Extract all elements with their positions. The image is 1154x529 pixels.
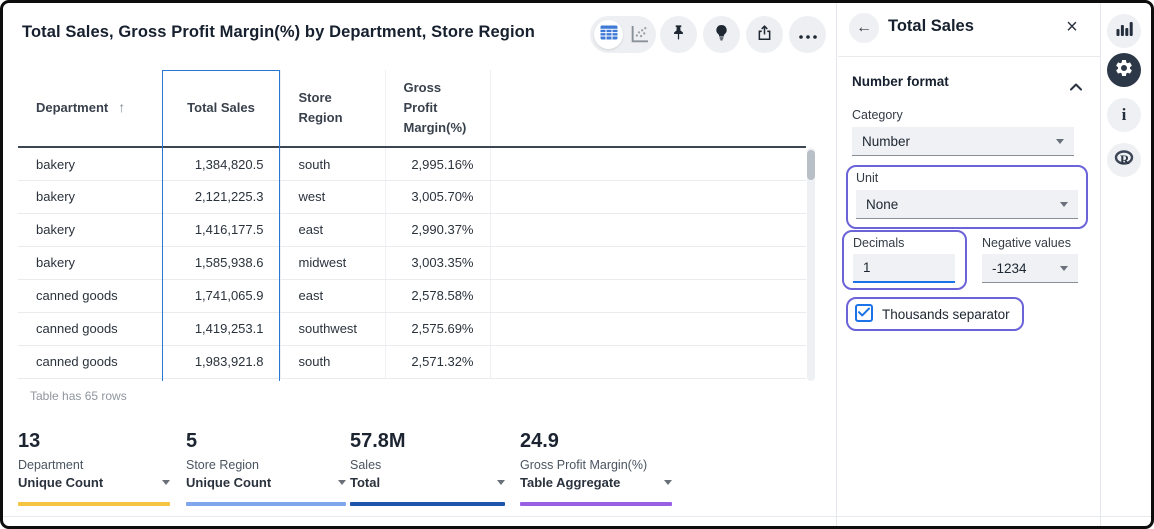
panel-title: Total Sales	[888, 17, 974, 36]
chevron-down-icon	[1060, 202, 1068, 207]
share-icon	[755, 23, 774, 47]
table-scrollbar-thumb[interactable]	[807, 150, 815, 180]
column-header-department[interactable]: Department↑	[18, 70, 162, 147]
card-accent-bar	[350, 502, 505, 506]
column-header-total-sales[interactable]: Total Sales	[162, 70, 280, 147]
svg-text:R: R	[1120, 152, 1130, 167]
panel-divider	[836, 3, 837, 526]
info-icon: i	[1122, 105, 1127, 125]
table-row[interactable]: bakery1,384,820.5 south2,995.16%	[18, 147, 806, 180]
table-row[interactable]: canned goods1,419,253.1 southwest2,575.6…	[18, 312, 806, 345]
close-icon: ×	[1066, 16, 1078, 39]
arrow-left-icon: ←	[856, 19, 872, 37]
thousands-separator-label: Thousands separator	[882, 307, 1010, 322]
negative-values-select[interactable]: -1234	[982, 254, 1078, 283]
card-aggregation-select[interactable]: Table Aggregate	[520, 475, 672, 490]
unit-label: Unit	[856, 171, 878, 185]
card-aggregation-select[interactable]: Unique Count	[186, 475, 346, 490]
panel-header-divider	[838, 56, 1100, 57]
chart-view-button[interactable]	[630, 25, 649, 44]
number-format-section-label: Number format	[852, 74, 949, 89]
summary-card-store-region: 5 Store Region Unique Count	[186, 430, 346, 506]
page-title: Total Sales, Gross Profit Margin(%) by D…	[22, 23, 535, 42]
unit-select[interactable]: None	[856, 190, 1078, 219]
table-view-button[interactable]	[594, 20, 623, 49]
column-header-gross-profit-margin[interactable]: Gross Profit Margin(%)	[385, 70, 490, 147]
card-dimension: Store Region	[186, 458, 346, 472]
view-toggle[interactable]	[590, 16, 656, 53]
card-dimension: Department	[18, 458, 170, 472]
chevron-down-icon	[1060, 266, 1068, 271]
info-button[interactable]: i	[1107, 98, 1141, 132]
table-row[interactable]: bakery1,585,938.6 midwest3,003.35%	[18, 246, 806, 279]
card-value: 13	[18, 430, 170, 452]
card-accent-bar	[520, 502, 672, 506]
card-dimension: Gross Profit Margin(%)	[520, 458, 672, 472]
sort-asc-icon: ↑	[118, 99, 125, 115]
table-row-count: Table has 65 rows	[30, 389, 127, 403]
pin-button[interactable]	[660, 16, 697, 53]
chevron-down-icon	[162, 480, 170, 485]
decimals-label: Decimals	[853, 236, 904, 250]
insights-button[interactable]	[703, 16, 740, 53]
table-icon	[600, 25, 618, 45]
negative-values-label: Negative values	[982, 236, 1071, 250]
table-scrollbar[interactable]	[807, 148, 815, 381]
chevron-down-icon	[664, 480, 672, 485]
summary-card-department: 13 Department Unique Count	[18, 430, 170, 506]
chevron-down-icon	[338, 480, 346, 485]
summary-card-gross-profit-margin: 24.9 Gross Profit Margin(%) Table Aggreg…	[520, 430, 672, 506]
settings-button[interactable]	[1107, 53, 1141, 87]
card-value: 5	[186, 430, 346, 452]
app-window: Total Sales, Gross Profit Margin(%) by D…	[0, 0, 1154, 529]
card-value: 24.9	[520, 430, 672, 452]
lightbulb-icon	[712, 23, 731, 47]
card-aggregation-select[interactable]: Unique Count	[18, 475, 170, 490]
bottom-divider	[3, 516, 1151, 517]
data-table: Department↑ Total Sales Store Region Gro…	[18, 70, 815, 381]
more-button[interactable]	[789, 16, 826, 53]
scatter-plot-icon	[630, 31, 649, 48]
rail-divider	[1100, 3, 1101, 526]
chevron-down-icon	[497, 480, 505, 485]
more-icon	[799, 26, 817, 44]
table-row[interactable]: canned goods1,983,921.8 south2,571.32%	[18, 345, 806, 378]
category-select[interactable]: Number	[852, 127, 1074, 156]
decimals-input[interactable]: 1	[853, 254, 955, 283]
visualization-button[interactable]	[1107, 14, 1141, 48]
table-row[interactable]: bakery1,416,177.5 east2,990.37%	[18, 213, 806, 246]
column-header-empty	[490, 70, 806, 147]
r-code-button[interactable]: R	[1107, 143, 1141, 177]
table-row[interactable]: bakery2,121,225.3 west3,005.70%	[18, 180, 806, 213]
table-row[interactable]: canned goods1,741,065.9 east2,578.58%	[18, 279, 806, 312]
card-dimension: Sales	[350, 458, 505, 472]
bar-chart-icon	[1116, 21, 1133, 42]
chevron-down-icon	[1056, 139, 1064, 144]
pin-icon	[669, 23, 688, 47]
summary-card-sales: 57.8M Sales Total	[350, 430, 505, 506]
card-aggregation-select[interactable]: Total	[350, 475, 505, 490]
close-button[interactable]: ×	[1058, 13, 1086, 41]
chevron-up-icon	[1070, 78, 1082, 95]
table-header-row: Department↑ Total Sales Store Region Gro…	[18, 70, 806, 147]
column-header-store-region[interactable]: Store Region	[280, 70, 385, 147]
card-accent-bar	[186, 502, 346, 506]
r-logo-icon: R	[1113, 147, 1135, 174]
collapse-section-button[interactable]	[1070, 78, 1082, 96]
card-accent-bar	[18, 502, 170, 506]
category-label: Category	[852, 108, 903, 122]
checkmark-icon	[858, 304, 870, 322]
gear-icon	[1114, 58, 1134, 83]
share-button[interactable]	[746, 16, 783, 53]
card-value: 57.8M	[350, 430, 505, 452]
thousands-separator-checkbox[interactable]	[855, 304, 873, 322]
back-button[interactable]: ←	[849, 13, 879, 43]
